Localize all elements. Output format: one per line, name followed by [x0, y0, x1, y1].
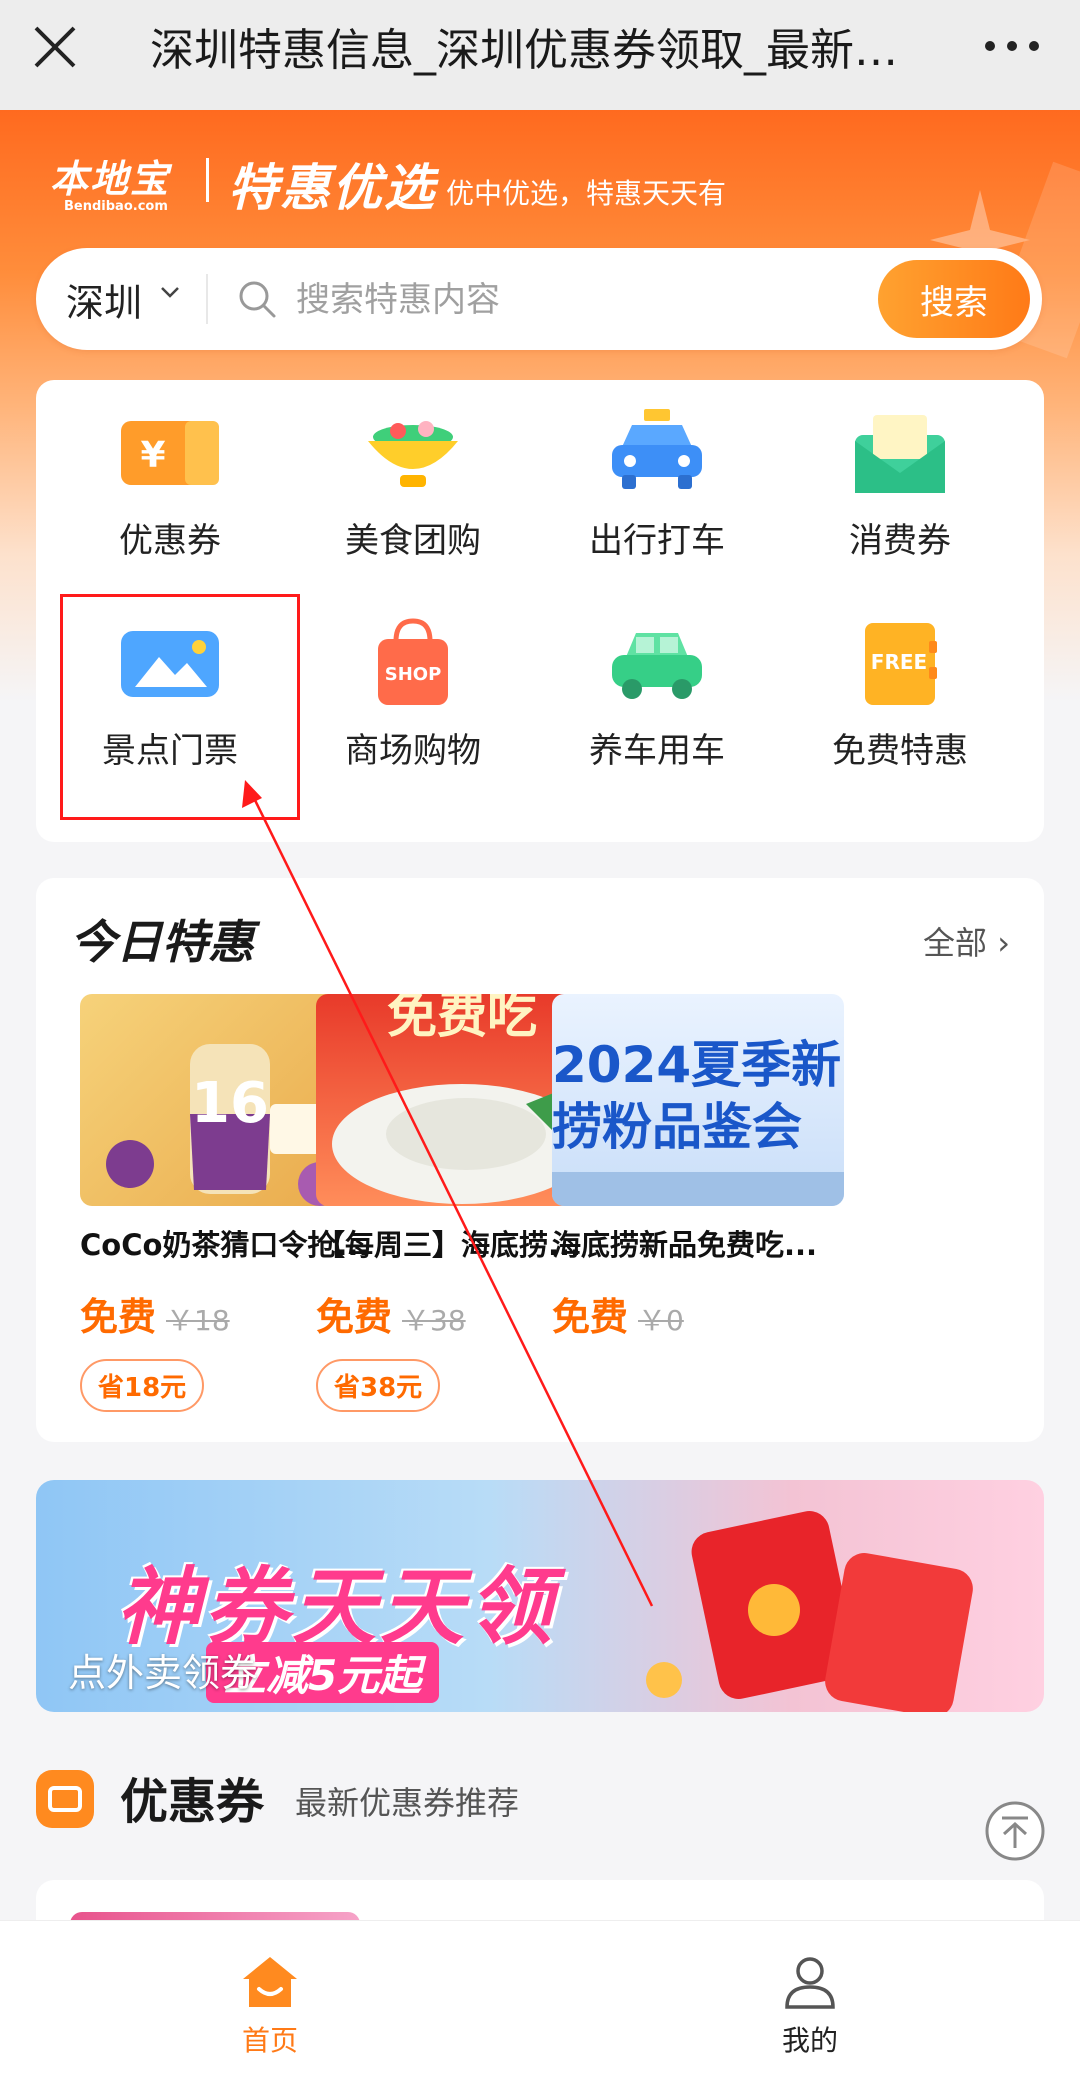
coupon-section-icon: [36, 1770, 94, 1828]
category-free-deals[interactable]: FREE 免费特惠: [780, 595, 1020, 795]
deal-thumbnail: 2024夏季新 捞粉品鉴会: [552, 994, 844, 1206]
chevron-down-icon[interactable]: [158, 280, 182, 304]
svg-text:2024夏季新: 2024夏季新: [552, 1036, 841, 1094]
title-bar: 深圳特惠信息_深圳优惠券领取_最新深圳特惠活动: [0, 0, 1080, 110]
page-title: 深圳特惠信息_深圳优惠券领取_最新深圳特惠活动: [150, 25, 910, 76]
search-input[interactable]: [294, 266, 678, 334]
more-options-icon[interactable]: [982, 26, 1042, 66]
search-icon: [239, 281, 276, 318]
shopping-bag-icon: SHOP: [378, 618, 448, 705]
food-bowl-icon: [368, 421, 458, 487]
summer-event-image: 2024夏季新 捞粉品鉴会: [552, 1036, 844, 1206]
category-taxi[interactable]: 出行打车: [537, 385, 777, 585]
search-bar: 深圳 搜索: [36, 248, 1042, 350]
deal-name: 海底捞新品免费吃...: [552, 1228, 818, 1262]
savings-badge: 省18元: [80, 1359, 205, 1412]
view-all-link[interactable]: 全部 ›: [923, 918, 1010, 964]
profile-icon: [785, 1957, 835, 2009]
svg-text:¥: ¥: [140, 435, 165, 476]
coupon-section-title: 优惠券: [120, 1774, 265, 1830]
back-to-top-icon[interactable]: [984, 1800, 1046, 1862]
close-icon[interactable]: [30, 22, 80, 72]
home-icon: [243, 1957, 297, 2007]
search-divider: [206, 274, 208, 324]
category-food-group-buy[interactable]: 美食团购: [293, 385, 533, 585]
bottom-navigation: 首页 我的: [0, 1920, 1080, 2088]
deal-card-haidilao-new[interactable]: 2024夏季新 捞粉品鉴会 海底捞新品免费吃... 免费 ￥0: [552, 994, 844, 1341]
free-notebook-icon: FREE: [865, 623, 937, 705]
nav-home[interactable]: 首页: [170, 1955, 370, 2059]
takeout-coupon-banner[interactable]: 神券天天领 立减5元起 点外卖领券: [36, 1480, 1044, 1712]
category-mall-shopping[interactable]: SHOP 商场购物: [293, 595, 533, 795]
deal-price: 免费 ￥0: [552, 1295, 684, 1339]
category-coupon[interactable]: ¥ 优惠券: [50, 385, 290, 585]
chevron-right-icon: ›: [997, 924, 1010, 962]
brand-divider: [206, 158, 209, 202]
nav-profile[interactable]: 我的: [710, 1955, 910, 2059]
svg-text:捞粉品鉴会: 捞粉品鉴会: [552, 1098, 802, 1156]
today-deals-title: 今日特惠: [70, 915, 254, 969]
brand-slogan: 优中优选，特惠天天有: [446, 177, 727, 210]
savings-badge: 省38元: [316, 1359, 441, 1412]
city-selector[interactable]: 深圳: [66, 272, 142, 327]
coupon-ticket-icon: ¥: [121, 421, 219, 485]
red-envelope-image: [646, 1511, 973, 1712]
voucher-envelope-icon: [855, 415, 945, 493]
svg-text:FREE: FREE: [871, 650, 927, 674]
annotation-highlight-box: [60, 594, 300, 820]
coupon-section-subtitle: 最新优惠券推荐: [295, 1784, 520, 1822]
car-icon: [612, 633, 702, 699]
svg-text:16: 16: [191, 1071, 269, 1136]
today-deals-card: 今日特惠 全部 › 16 CoCo奶茶猜口令抢... 免费 ￥18 省18元 免费…: [36, 878, 1044, 1442]
banner-caption: 点外卖领券: [68, 1651, 259, 1695]
bendibao-logo: 本地宝 Bendibao.com: [50, 157, 171, 214]
category-consumption-voucher[interactable]: 消费券: [780, 385, 1020, 585]
taxi-icon: [612, 409, 702, 489]
search-button[interactable]: 搜索: [878, 260, 1030, 338]
category-car-care[interactable]: 养车用车: [537, 595, 777, 795]
svg-text:免费吃: 免费吃: [387, 994, 537, 1044]
brand-title: 特惠优选: [228, 159, 436, 217]
svg-text:SHOP: SHOP: [385, 664, 442, 685]
